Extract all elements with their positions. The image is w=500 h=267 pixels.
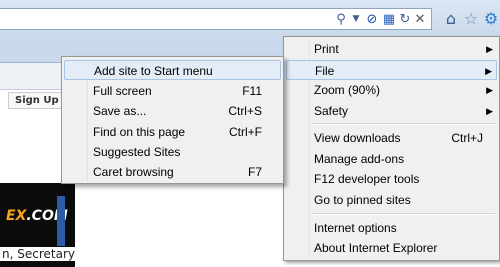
menu-item-label: Zoom (90%) xyxy=(314,83,381,97)
menu-separator xyxy=(312,213,495,215)
menu-item-shortcut: F11 xyxy=(242,84,262,98)
search-icon[interactable]: ⚲ xyxy=(333,10,349,29)
browser-toolbar: ⚲ ▼ ⊘ ▦ ↻ ✕ ⌂ ☆ ⚙ xyxy=(0,0,500,38)
menu-item-shortcut: Ctrl+S xyxy=(228,104,262,118)
menu-item-pinned-sites[interactable]: Go to pinned sites xyxy=(286,190,497,210)
menu-item-label: Caret browsing xyxy=(93,165,174,179)
menu-item-label: Go to pinned sites xyxy=(314,193,411,207)
tools-gear-icon[interactable]: ⚙ xyxy=(482,10,500,28)
menu-item-label: File xyxy=(315,64,335,78)
stop-icon[interactable]: ✕ xyxy=(412,10,428,29)
dropdown-arrow-icon[interactable]: ▼ xyxy=(348,10,364,29)
menu-item-label: Full screen xyxy=(93,84,152,98)
news-snippet[interactable]: n, Secretary xyxy=(0,247,75,261)
file-submenu: Add site to Start menu Full screen F11 S… xyxy=(61,56,284,184)
menu-item-label: Suggested Sites xyxy=(93,145,181,159)
menu-item-label: Manage add-ons xyxy=(314,152,405,166)
menu-item-safety[interactable]: Safety ▶ xyxy=(286,101,497,121)
menu-item-zoom[interactable]: Zoom (90%) ▶ xyxy=(286,80,497,100)
menu-item-view-downloads[interactable]: View downloads Ctrl+J xyxy=(286,128,497,148)
address-bar[interactable]: ⚲ ▼ ⊘ ▦ ↻ ✕ xyxy=(0,8,432,30)
menu-item-add-to-start[interactable]: Add site to Start menu xyxy=(64,60,281,80)
menu-item-manage-addons[interactable]: Manage add-ons xyxy=(286,149,497,169)
menu-item-label: About Internet Explorer xyxy=(314,241,438,255)
menu-item-find-on-page[interactable]: Find on this page Ctrl+F xyxy=(64,122,281,142)
submenu-arrow-icon: ▶ xyxy=(486,44,493,54)
refresh-icon[interactable]: ↻ xyxy=(397,10,413,29)
menu-item-shortcut: F7 xyxy=(247,165,262,179)
menu-item-label: Find on this page xyxy=(93,125,186,139)
rss-icon[interactable]: ▦ xyxy=(381,10,397,29)
menu-item-label: Safety xyxy=(314,104,349,118)
menu-item-file[interactable]: File ▶ xyxy=(286,60,497,80)
menu-separator xyxy=(312,123,495,125)
menu-item-label: View downloads xyxy=(314,131,401,145)
menu-item-print[interactable]: Print ▶ xyxy=(286,39,497,59)
menu-item-about-ie[interactable]: About Internet Explorer xyxy=(286,238,497,258)
menu-item-shortcut: Ctrl+J xyxy=(451,131,483,145)
menu-item-caret-browsing[interactable]: Caret browsing F7 xyxy=(64,162,281,182)
menu-item-f12-developer-tools[interactable]: F12 developer tools xyxy=(286,169,497,189)
ad-logo-left: EX xyxy=(6,208,27,224)
favorites-star-icon[interactable]: ☆ xyxy=(462,10,480,28)
compatibility-icon[interactable]: ⊘ xyxy=(364,10,380,29)
tools-menu: Print ▶ File ▶ Zoom (90%) ▶ Safety ▶ Vie… xyxy=(283,36,500,261)
submenu-arrow-icon: ▶ xyxy=(486,85,493,95)
submenu-arrow-icon: ▶ xyxy=(486,106,493,116)
menu-item-label: F12 developer tools xyxy=(314,172,420,186)
menu-item-internet-options[interactable]: Internet options xyxy=(286,218,497,238)
menu-item-save-as[interactable]: Save as... Ctrl+S xyxy=(64,101,281,121)
menu-item-shortcut: Ctrl+F xyxy=(229,125,262,139)
home-icon[interactable]: ⌂ xyxy=(442,10,460,28)
menu-item-label: Print xyxy=(314,42,339,56)
menu-item-full-screen[interactable]: Full screen F11 xyxy=(64,81,281,101)
submenu-arrow-icon: ▶ xyxy=(485,66,492,76)
ad-side-strip xyxy=(57,196,65,246)
menu-item-label: Save as... xyxy=(93,104,147,118)
menu-item-label: Add site to Start menu xyxy=(94,64,213,78)
menu-item-suggested-sites[interactable]: Suggested Sites xyxy=(64,142,281,162)
menu-item-label: Internet options xyxy=(314,221,397,235)
